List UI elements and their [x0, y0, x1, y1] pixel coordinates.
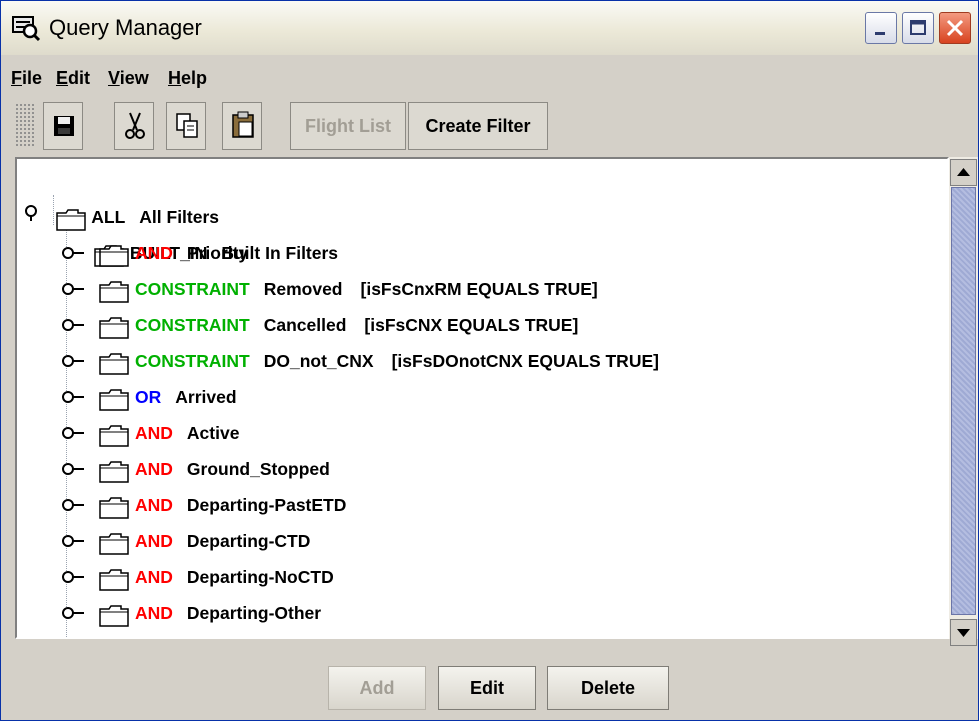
folder-icon — [99, 531, 129, 555]
menu-file[interactable]: File — [11, 68, 42, 89]
folder-icon — [99, 315, 129, 339]
node-name: Arrived — [175, 387, 237, 407]
maximize-button[interactable] — [902, 12, 934, 44]
menu-help[interactable]: Help — [168, 68, 207, 89]
tree-node-built-in[interactable]: BUILT_IN Built In Filters — [55, 199, 655, 267]
expand-handle-icon[interactable] — [62, 317, 86, 333]
expand-handle-icon[interactable] — [62, 245, 86, 261]
query-manager-window: Query Manager File Edit View Help Flight… — [0, 0, 979, 721]
create-filter-button[interactable]: Create Filter — [408, 102, 548, 150]
node-name: DO_not_CNX — [263, 351, 374, 371]
expand-handle-icon[interactable] — [62, 533, 86, 549]
folder-icon — [99, 351, 129, 375]
tree-node-filter[interactable]: AND Departing-Other — [99, 595, 919, 631]
node-operator: AND — [135, 459, 173, 479]
folder-icon — [99, 387, 129, 411]
folder-icon — [99, 243, 129, 267]
node-name: Cancelled — [263, 315, 347, 335]
node-operator: CONSTRAINT — [135, 279, 250, 299]
tree-node-filter[interactable]: CONSTRAINT DO_not_CNX [isFsDOnotCNX EQUALS… — [99, 343, 919, 379]
tree-node-filter[interactable]: AND Priority — [99, 235, 919, 271]
node-operator: AND — [135, 495, 173, 515]
node-condition: [isFsCnxRM EQUALS TRUE] — [360, 279, 598, 299]
menu-edit[interactable]: Edit — [56, 68, 90, 89]
copy-button[interactable] — [166, 102, 206, 150]
query-app-icon — [11, 14, 41, 42]
tree-node-filter[interactable]: AND Departing-CTD — [99, 523, 919, 559]
folder-icon — [55, 207, 124, 267]
node-name: Removed — [263, 279, 343, 299]
tree-node-filter[interactable]: OR Arrived — [99, 379, 919, 415]
add-button[interactable]: Add — [328, 666, 426, 710]
node-operator: AND — [135, 567, 173, 587]
folder-icon — [99, 603, 129, 627]
close-button[interactable] — [939, 12, 971, 44]
edit-button[interactable]: Edit — [438, 666, 536, 710]
folder-icon — [17, 171, 86, 231]
tree-node-filter[interactable]: ANDAirline — [99, 631, 919, 637]
folder-icon — [99, 279, 129, 303]
tree-node-filter[interactable]: AND Departing-PastETD — [99, 487, 919, 523]
paste-button[interactable] — [222, 102, 262, 150]
toolbar: Flight List Create Filter — [1, 99, 978, 153]
tree-node-filter[interactable]: AND Departing-NoCTD — [99, 559, 919, 595]
title-bar[interactable]: Query Manager — [1, 1, 978, 55]
folder-icon — [99, 495, 129, 519]
folder-icon — [99, 459, 129, 483]
folder-icon — [99, 423, 129, 447]
node-name: Ground_Stopped — [186, 459, 330, 479]
node-operator: AND — [135, 423, 173, 443]
node-operator: CONSTRAINT — [135, 315, 250, 335]
action-bar: Add Edit Delete — [1, 646, 978, 720]
node-operator: OR — [135, 387, 162, 407]
menu-view[interactable]: View — [108, 68, 149, 89]
delete-button[interactable]: Delete — [547, 666, 669, 710]
node-name: Departing-Other — [186, 603, 322, 623]
tree-node-filter[interactable]: CONSTRAINT Cancelled [isFsCNX EQUALS TRUE] — [99, 307, 919, 343]
node-name: Departing-CTD — [186, 531, 311, 551]
scroll-thumb[interactable] — [951, 187, 976, 615]
menu-bar: File Edit View Help — [1, 59, 978, 99]
node-name: Departing-NoCTD — [186, 567, 334, 587]
minimize-button[interactable] — [865, 12, 897, 44]
collapse-handle-icon[interactable] — [25, 205, 49, 221]
node-name: Priority — [186, 243, 249, 263]
node-condition: [isFsCNX EQUALS TRUE] — [364, 315, 579, 335]
expand-handle-icon[interactable] — [62, 425, 86, 441]
tree-node-filter[interactable]: AND Ground_Stopped — [99, 451, 919, 487]
tree-node-filter[interactable]: AND Active — [99, 415, 919, 451]
filter-tree[interactable]: ALL All Filters BUILT_IN Built In Filters … — [15, 157, 949, 639]
tree-node-filter[interactable]: CONSTRAINT Removed [isFsCnxRM EQUALS TRUE] — [99, 271, 919, 307]
scroll-down-button[interactable] — [950, 619, 977, 646]
node-operator: CONSTRAINT — [135, 351, 250, 371]
expand-handle-icon[interactable] — [62, 605, 86, 621]
tree-node-all[interactable]: ALL All Filters — [17, 163, 617, 231]
folder-icon — [99, 567, 129, 591]
node-operator: AND — [135, 243, 173, 263]
node-operator: AND — [135, 603, 173, 623]
expand-handle-icon[interactable] — [62, 569, 86, 585]
node-name: Active — [186, 423, 240, 443]
expand-handle-icon[interactable] — [62, 497, 86, 513]
toolbar-grip-handle[interactable] — [15, 103, 35, 147]
save-button[interactable] — [43, 102, 83, 150]
node-condition: [isFsDOnotCNX EQUALS TRUE] — [391, 351, 659, 371]
expand-handle-icon[interactable] — [62, 281, 86, 297]
vertical-scrollbar[interactable] — [949, 157, 978, 646]
node-name: Departing-PastETD — [186, 495, 347, 515]
expand-handle-icon[interactable] — [62, 461, 86, 477]
window-title: Query Manager — [49, 15, 202, 40]
cut-button[interactable] — [114, 102, 154, 150]
expand-handle-icon[interactable] — [62, 353, 86, 369]
node-operator: AND — [135, 531, 173, 551]
scroll-up-button[interactable] — [950, 159, 977, 186]
expand-handle-icon[interactable] — [62, 389, 86, 405]
flight-list-button[interactable]: Flight List — [290, 102, 406, 150]
